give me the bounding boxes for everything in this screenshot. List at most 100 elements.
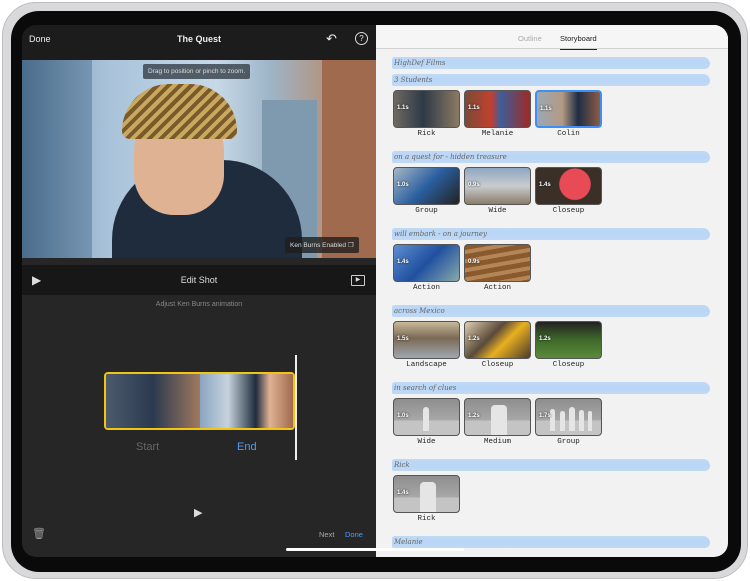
tab-storyboard[interactable]: Storyboard [560,34,597,50]
storyboard-sections: 3 Students 1.1s Rick 1.1s Melanie 1.1s Colin on… [376,74,728,548]
clip-thumbnail[interactable]: 0.9s Wide [464,167,531,219]
building [22,60,92,258]
video-preview[interactable]: Drag to position or pinch to zoom. Ken B… [22,60,376,258]
clip-thumbnail[interactable]: 1.4s Action [393,244,460,296]
screen: Done The Quest ↶ ? Drag to position or p… [22,25,728,557]
ken-burns-label: Ken Burns Enabled [290,242,347,249]
clip-thumbnail[interactable]: 0.9s Action [464,244,531,296]
storyboard-section: 3 Students 1.1s Rick 1.1s Melanie 1.1s Colin [376,74,728,151]
clip-label: Closeup [552,361,585,369]
clip-thumbnail[interactable]: 1.1s Melanie [464,90,531,142]
clip-duration: 1.2s [539,336,551,342]
clip-image: 1.2s [464,398,531,436]
clip-label: Closeup [552,207,585,215]
section-banner[interactable]: will embark - on a journey [392,228,710,240]
home-indicator[interactable] [286,548,464,551]
clip-row: 1.1s Rick 1.1s Melanie 1.1s Colin [393,90,728,142]
preview-play-icon[interactable]: ▶ [194,506,202,519]
clip-row: 1.4s Action 0.9s Action [393,244,728,296]
frame-start [106,374,200,428]
help-icon[interactable]: ? [355,32,368,45]
clip-label: Melanie [481,130,514,138]
ken-burns-icon: ❐ [347,242,354,249]
next-button[interactable]: Next [319,530,334,539]
edit-shot-bar: ▶ Edit Shot ▶ [22,265,376,295]
storyboard-section: on a quest for - hidden treasure 1.0s Grou… [376,151,728,228]
fullscreen-play-icon[interactable]: ▶ [351,275,365,286]
clip-filmstrip[interactable] [104,372,295,430]
clip-thumbnail[interactable]: 1.2s Medium [464,398,531,450]
clip-duration: 0.9s [468,259,480,265]
start-button[interactable]: Start [136,441,159,453]
clip-image: 1.1s [535,90,602,128]
placeholder-figure-icon [491,405,507,435]
clip-label: Rick [417,130,436,138]
section-banner[interactable]: 3 Students [392,74,710,86]
clip-image: 1.0s [393,398,460,436]
frame-end [199,374,293,428]
clip-duration: 1.2s [468,336,480,342]
clip-duration: 1.7s [539,413,551,419]
clip-image: 1.7s [535,398,602,436]
ken-burns-badge[interactable]: Ken Burns Enabled ❐ [285,237,359,253]
clip-label: Landscape [406,361,447,369]
clip-label: Closeup [481,361,514,369]
playhead[interactable] [295,355,297,460]
clip-duration: 1.0s [397,182,409,188]
clip-thumbnail[interactable]: 1.4s Rick [393,475,460,527]
section-banner[interactable]: in search of clues [392,382,710,394]
storyboard-section: Melanie [376,536,728,548]
clip-image: 1.4s [393,475,460,513]
clip-label: Action [483,284,511,292]
clip-image: 0.9s [464,244,531,282]
clip-thumbnail[interactable]: 1.5s Landscape [393,321,460,373]
placeholder-figure-icon [588,411,592,431]
storyboard-section: across Mexico 1.5s Landscape 1.2s Closeup 1.2… [376,305,728,382]
film-title-banner[interactable]: HighDef Films [392,57,710,69]
clip-thumbnail[interactable]: 1.2s Closeup [535,321,602,373]
clip-label: Wide [488,207,507,215]
project-title: The Quest [176,34,221,44]
editor-header: Done The Quest ↶ ? [22,25,376,60]
storyboard-section: in search of clues 1.0s Wide 1.2s Medium 1.7s… [376,382,728,459]
clip-image: 1.4s [535,167,602,205]
clip-thumbnail[interactable]: 1.1s Colin [535,90,602,142]
clip-thumbnail[interactable]: 1.0s Group [393,167,460,219]
clip-thumbnail[interactable]: 1.1s Rick [393,90,460,142]
placeholder-figure-icon [569,407,575,431]
storyboard-panel: Outline Storyboard HighDef Films 3 Stude… [376,25,728,557]
clip-thumbnail[interactable]: 1.7s Group [535,398,602,450]
trash-icon[interactable]: 🗑 [32,527,46,540]
clip-row: 1.0s Wide 1.2s Medium 1.7s Group [393,398,728,450]
storyboard-section: will embark - on a journey 1.4s Action 0.9s… [376,228,728,305]
placeholder-figure-icon [420,482,436,512]
clip-duration: 1.1s [540,106,552,112]
clip-duration: 1.1s [397,105,409,111]
done-bottom-button[interactable]: Done [345,530,363,539]
clip-label: Wide [417,438,436,446]
clip-image: 1.2s [535,321,602,359]
clip-thumbnail[interactable]: 1.4s Closeup [535,167,602,219]
drag-tooltip: Drag to position or pinch to zoom. [143,64,251,79]
end-button[interactable]: End [237,441,257,453]
clip-row: 1.4s Rick [393,475,728,527]
clip-duration: 1.1s [468,105,480,111]
clip-row: 1.0s Group 0.9s Wide 1.4s Closeup [393,167,728,219]
undo-icon[interactable]: ↶ [326,31,337,47]
clip-image: 1.2s [464,321,531,359]
section-banner[interactable]: on a quest for - hidden treasure [392,151,710,163]
clip-thumbnail[interactable]: 1.0s Wide [393,398,460,450]
section-banner[interactable]: Melanie [392,536,710,548]
section-banner[interactable]: across Mexico [392,305,710,317]
clip-thumbnail[interactable]: 1.2s Closeup [464,321,531,373]
tab-outline[interactable]: Outline [518,34,542,43]
tab-bar: Outline Storyboard [376,25,728,50]
clip-duration: 0.9s [468,182,480,188]
clip-label: Group [415,207,438,215]
placeholder-figure-icon [560,411,565,431]
clip-label: Medium [483,438,511,446]
section-banner[interactable]: Rick [392,459,710,471]
clip-image: 1.5s [393,321,460,359]
clip-image: 1.0s [393,167,460,205]
clip-image: 1.1s [393,90,460,128]
